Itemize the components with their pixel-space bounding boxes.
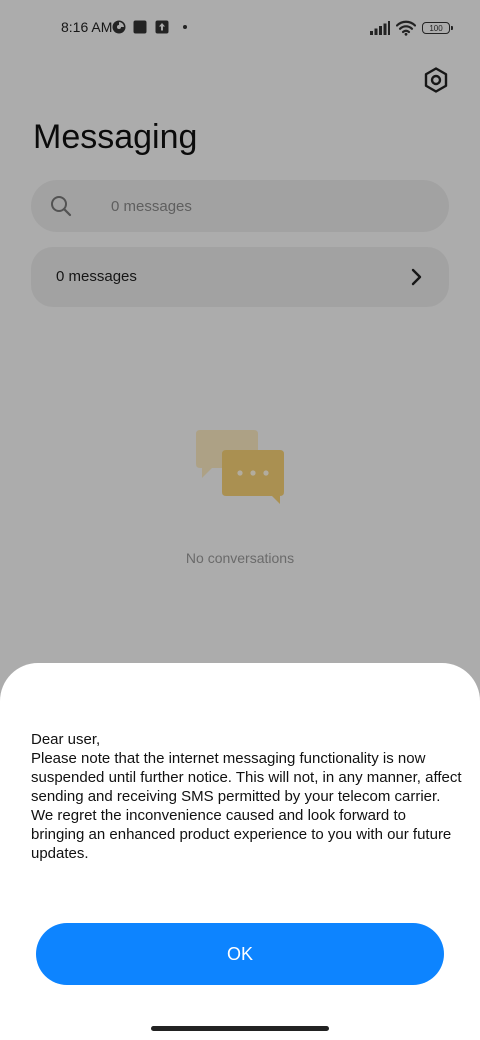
ok-button[interactable]: OK — [36, 923, 444, 985]
dialog-message: Dear user, Please note that the internet… — [31, 731, 462, 862]
notice-dialog: Dear user, Please note that the internet… — [0, 663, 480, 1040]
home-indicator[interactable] — [151, 1026, 329, 1031]
